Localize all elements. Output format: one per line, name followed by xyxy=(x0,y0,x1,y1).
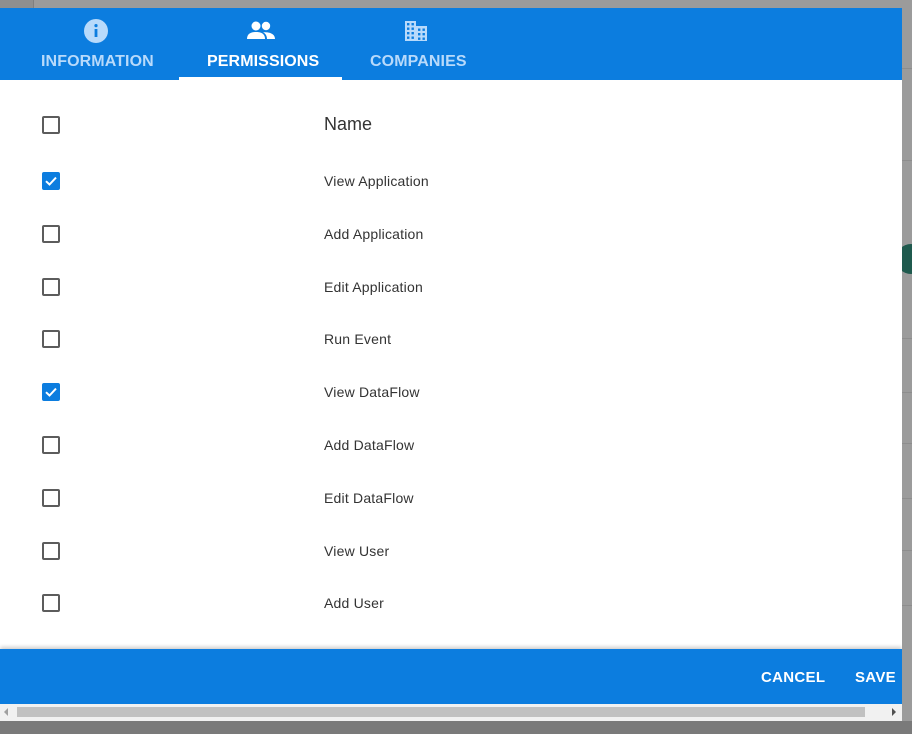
table-row: Add User xyxy=(0,593,902,613)
cancel-button[interactable]: CANCEL xyxy=(761,669,825,686)
save-button[interactable]: SAVE xyxy=(855,669,896,686)
background-right-strip xyxy=(902,0,912,734)
background-bottom xyxy=(0,721,912,734)
table-row: View User xyxy=(0,541,902,561)
permissions-table: Name View Application Add Application Edit… xyxy=(0,80,902,648)
permission-checkbox[interactable] xyxy=(42,436,60,454)
scroll-left-arrow-icon[interactable] xyxy=(4,708,8,716)
tab-permissions-label: PERMISSIONS xyxy=(207,53,320,70)
table-row: Add DataFlow xyxy=(0,435,902,455)
background-divider xyxy=(902,498,912,499)
name-column-header: Name xyxy=(324,114,373,134)
background-divider xyxy=(902,338,912,339)
permission-checkbox[interactable] xyxy=(42,172,60,190)
scrollbar-thumb[interactable] xyxy=(17,707,865,717)
background-divider xyxy=(902,392,912,393)
table-row: View DataFlow xyxy=(0,382,902,402)
permission-label: Run Event xyxy=(324,331,392,347)
table-row: Edit Application xyxy=(0,277,902,297)
building-icon xyxy=(403,18,429,44)
permission-label: Add Application xyxy=(324,226,424,242)
info-icon xyxy=(83,18,109,44)
background-top-left xyxy=(0,0,34,8)
permission-checkbox[interactable] xyxy=(42,542,60,560)
permission-label: View Application xyxy=(324,173,429,189)
table-row: Run Event xyxy=(0,329,902,349)
permission-checkbox[interactable] xyxy=(42,225,60,243)
table-header-row: Name xyxy=(0,114,902,134)
permission-label: Edit Application xyxy=(324,279,423,295)
permission-label: View DataFlow xyxy=(324,384,420,400)
scroll-right-arrow-icon[interactable] xyxy=(892,708,896,716)
horizontal-scrollbar[interactable] xyxy=(0,704,902,721)
table-row: Edit DataFlow xyxy=(0,488,902,508)
permission-checkbox[interactable] xyxy=(42,594,60,612)
tab-information-label: INFORMATION xyxy=(41,53,154,70)
permissions-dialog: INFORMATION PERMISSIONS COMPANIES Name V… xyxy=(0,8,902,704)
checkmark-icon xyxy=(45,176,57,186)
background-divider xyxy=(902,605,912,606)
permission-checkbox[interactable] xyxy=(42,330,60,348)
permission-label: View User xyxy=(324,543,390,559)
permission-checkbox[interactable] xyxy=(42,489,60,507)
background-divider xyxy=(902,550,912,551)
table-row: View Application xyxy=(0,171,902,191)
permission-label: Add User xyxy=(324,595,384,611)
background-divider xyxy=(902,68,912,69)
select-all-checkbox[interactable] xyxy=(42,116,60,134)
tab-permissions[interactable]: PERMISSIONS xyxy=(179,8,342,80)
tab-companies[interactable]: COMPANIES xyxy=(345,8,490,80)
permission-checkbox[interactable] xyxy=(42,278,60,296)
permission-checkbox[interactable] xyxy=(42,383,60,401)
tab-companies-label: COMPANIES xyxy=(370,53,467,70)
background-divider xyxy=(902,160,912,161)
tab-bar: INFORMATION PERMISSIONS COMPANIES xyxy=(0,8,902,80)
tab-information[interactable]: INFORMATION xyxy=(16,8,176,80)
checkmark-icon xyxy=(45,387,57,397)
table-row: Add Application xyxy=(0,224,902,244)
dialog-footer: CANCEL SAVE xyxy=(0,649,902,704)
permission-label: Add DataFlow xyxy=(324,437,415,453)
permission-label: Edit DataFlow xyxy=(324,490,414,506)
background-divider xyxy=(902,443,912,444)
background-top-strip xyxy=(0,0,912,8)
people-icon xyxy=(246,18,275,44)
